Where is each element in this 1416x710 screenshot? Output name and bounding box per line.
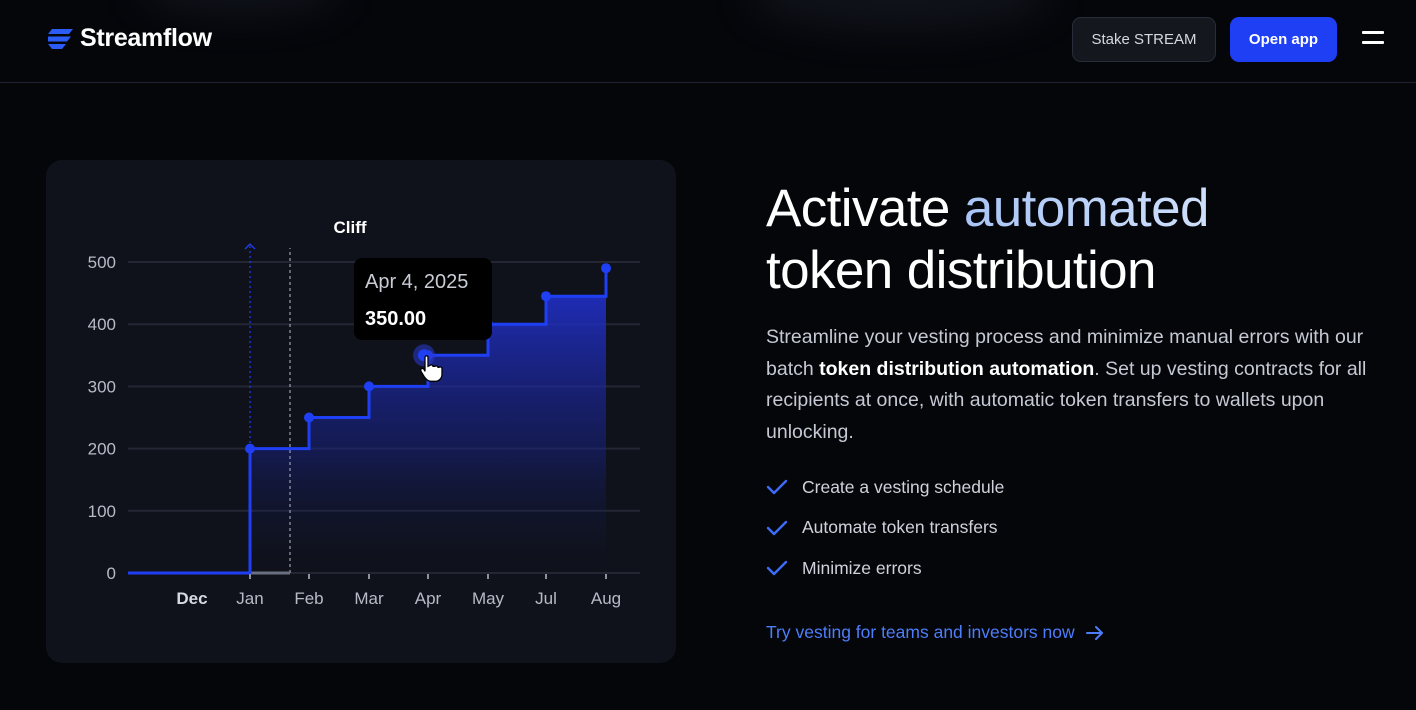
feature-label: Automate token transfers	[802, 517, 998, 538]
hero-title: Activate automated token distribution	[766, 178, 1386, 302]
feature-item: Create a vesting schedule	[766, 467, 1004, 508]
data-point	[601, 263, 611, 274]
logo-link[interactable]: Streamflow	[46, 24, 212, 53]
x-tick-label: Apr	[415, 589, 442, 608]
cta-label: Try vesting for teams and investors now	[766, 622, 1075, 642]
vesting-chart-card: 0 100 200 300 400 500 Cliff Dec Jan Feb Mar Apr May J…	[46, 160, 676, 663]
y-tick-label: 300	[88, 377, 116, 396]
y-tick-label: 0	[107, 564, 116, 583]
data-point	[245, 443, 255, 454]
stake-stream-button[interactable]: Stake STREAM	[1072, 17, 1216, 62]
streamflow-logo-icon	[48, 28, 73, 49]
feature-item: Minimize errors	[766, 548, 1004, 589]
x-tick-label: Aug	[591, 589, 621, 608]
hamburger-menu-icon[interactable]	[1362, 31, 1384, 47]
data-point	[364, 381, 374, 392]
feature-list: Create a vesting schedule Automate token…	[766, 467, 1004, 589]
desc-bold: token distribution automation	[819, 357, 1095, 380]
vesting-chart: 0 100 200 300 400 500 Cliff Dec Jan Feb Mar Apr May J…	[88, 218, 640, 608]
check-icon	[766, 520, 788, 535]
y-tick-label: 200	[88, 440, 116, 459]
data-point	[304, 412, 314, 423]
tooltip-value: 350.00	[365, 308, 426, 330]
check-icon	[766, 480, 788, 495]
y-tick-label: 500	[88, 253, 116, 272]
x-tick-label: Jan	[236, 589, 263, 608]
feature-label: Minimize errors	[802, 557, 922, 578]
try-vesting-link[interactable]: Try vesting for teams and investors now	[766, 622, 1105, 643]
chart-tooltip: Apr 4, 2025 350.00	[354, 258, 492, 340]
x-tick-label: Mar	[354, 589, 384, 608]
y-tick-label: 100	[88, 502, 116, 521]
top-navigation: Streamflow Stake STREAM Open app	[0, 0, 1416, 83]
open-app-button[interactable]: Open app	[1230, 17, 1337, 62]
feature-label: Create a vesting schedule	[802, 476, 1005, 497]
data-point	[541, 291, 551, 302]
hero-title-accent: automated	[963, 179, 1210, 238]
hero-title-part1: Activate	[766, 179, 964, 238]
arrow-right-icon	[1085, 625, 1103, 640]
x-tick-label: Dec	[176, 589, 207, 608]
x-tick-label: Feb	[294, 589, 323, 608]
x-tick-label: Jul	[535, 589, 557, 608]
x-tick-label: May	[472, 589, 505, 608]
logo-text: Streamflow	[80, 24, 212, 52]
hero-title-part2: token distribution	[766, 241, 1156, 300]
cliff-label: Cliff	[333, 218, 366, 237]
tooltip-date: Apr 4, 2025	[365, 271, 468, 293]
feature-item: Automate token transfers	[766, 508, 1004, 549]
y-tick-label: 400	[88, 315, 116, 334]
hero-description: Streamline your vesting process and mini…	[766, 322, 1386, 448]
check-icon	[766, 561, 788, 576]
